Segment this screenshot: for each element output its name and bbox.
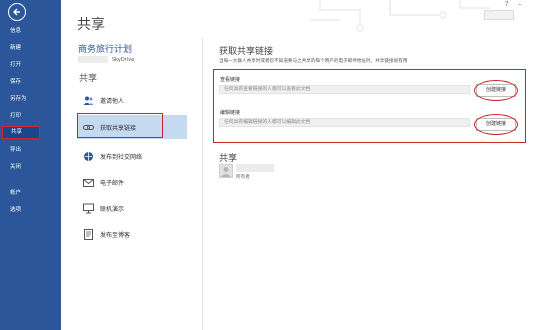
account-area[interactable] — [484, 10, 514, 20]
highlight-frame — [77, 113, 163, 138]
button-highlight-ring — [474, 80, 518, 101]
redacted-user-name — [236, 164, 274, 172]
redacted-owner — [78, 56, 108, 63]
option-label: 发布至博客 — [100, 231, 131, 239]
edit-link-label: 编辑链接 — [220, 110, 241, 116]
view-link-field[interactable]: 任何具有查看链接的人都可以查看此文档 — [219, 85, 470, 94]
nav-item-info[interactable]: 信息 — [0, 24, 61, 38]
blog-icon — [83, 228, 94, 240]
right-pane-title: 获取共享链接 — [219, 47, 274, 57]
option-label: 发布到社交网络 — [100, 153, 143, 161]
back-arrow-icon[interactable] — [8, 3, 26, 21]
column-divider — [202, 38, 203, 330]
page-title: 共享 — [77, 17, 105, 33]
right-pane-description: 当每一大群人共享时或者您不知道要与之共享的每个用户的电子邮件地址时，共享链接很有… — [219, 59, 408, 64]
option-present-online[interactable]: 联机演示 — [77, 196, 187, 220]
option-post-blog[interactable]: 发布至博客 — [77, 222, 187, 246]
nav-item-export[interactable]: 导出 — [0, 143, 61, 157]
shared-with-title: 共享 — [219, 154, 238, 164]
nav-item-account[interactable]: 帐户 — [0, 186, 61, 200]
document-location: SkyDrive — [78, 56, 134, 63]
email-icon — [83, 177, 94, 188]
social-network-icon — [83, 151, 94, 162]
button-highlight-ring — [474, 114, 518, 135]
background-decoration — [310, 0, 490, 32]
nav-item-save-as[interactable]: 另存为 — [0, 92, 61, 106]
invite-people-icon — [83, 95, 94, 106]
option-invite-people[interactable]: 邀请他人 — [77, 88, 187, 112]
nav-item-new[interactable]: 新建 — [0, 41, 61, 55]
nav-item-save[interactable]: 保存 — [0, 75, 61, 89]
document-location-text: SkyDrive — [112, 56, 135, 63]
minimize-icon[interactable]: – — [518, 0, 522, 8]
option-label: 邀请他人 — [100, 97, 125, 105]
nav-item-open[interactable]: 打开 — [0, 58, 61, 72]
nav-item-close[interactable]: 关闭 — [0, 160, 61, 174]
option-label: 电子邮件 — [100, 179, 125, 187]
nav-item-print[interactable]: 打印 — [0, 109, 61, 123]
document-title: 商务旅行计划 — [78, 45, 133, 55]
option-email[interactable]: 电子邮件 — [77, 170, 187, 194]
present-online-icon — [83, 203, 94, 214]
user-role: 所有者 — [236, 175, 250, 180]
avatar — [219, 164, 233, 178]
shared-user-row: 所有者 — [219, 164, 274, 180]
share-section-label: 共享 — [79, 74, 98, 84]
backstage-nav: 信息 新建 打开 保存 另存为 打印 共享 导出 关闭 帐户 选项 — [0, 0, 61, 330]
help-icon[interactable]: ? — [505, 0, 509, 8]
user-info: 所有者 — [236, 164, 274, 180]
links-highlight-frame — [213, 69, 526, 143]
option-label: 联机演示 — [100, 205, 125, 213]
view-link-label: 查看链接 — [220, 77, 241, 83]
nav-item-share[interactable]: 共享 — [2, 126, 40, 139]
option-post-social[interactable]: 发布到社交网络 — [77, 144, 187, 168]
edit-link-field[interactable]: 任何具有编辑链接的人都可以编辑此文档 — [219, 118, 470, 127]
nav-item-options[interactable]: 选项 — [0, 203, 61, 217]
